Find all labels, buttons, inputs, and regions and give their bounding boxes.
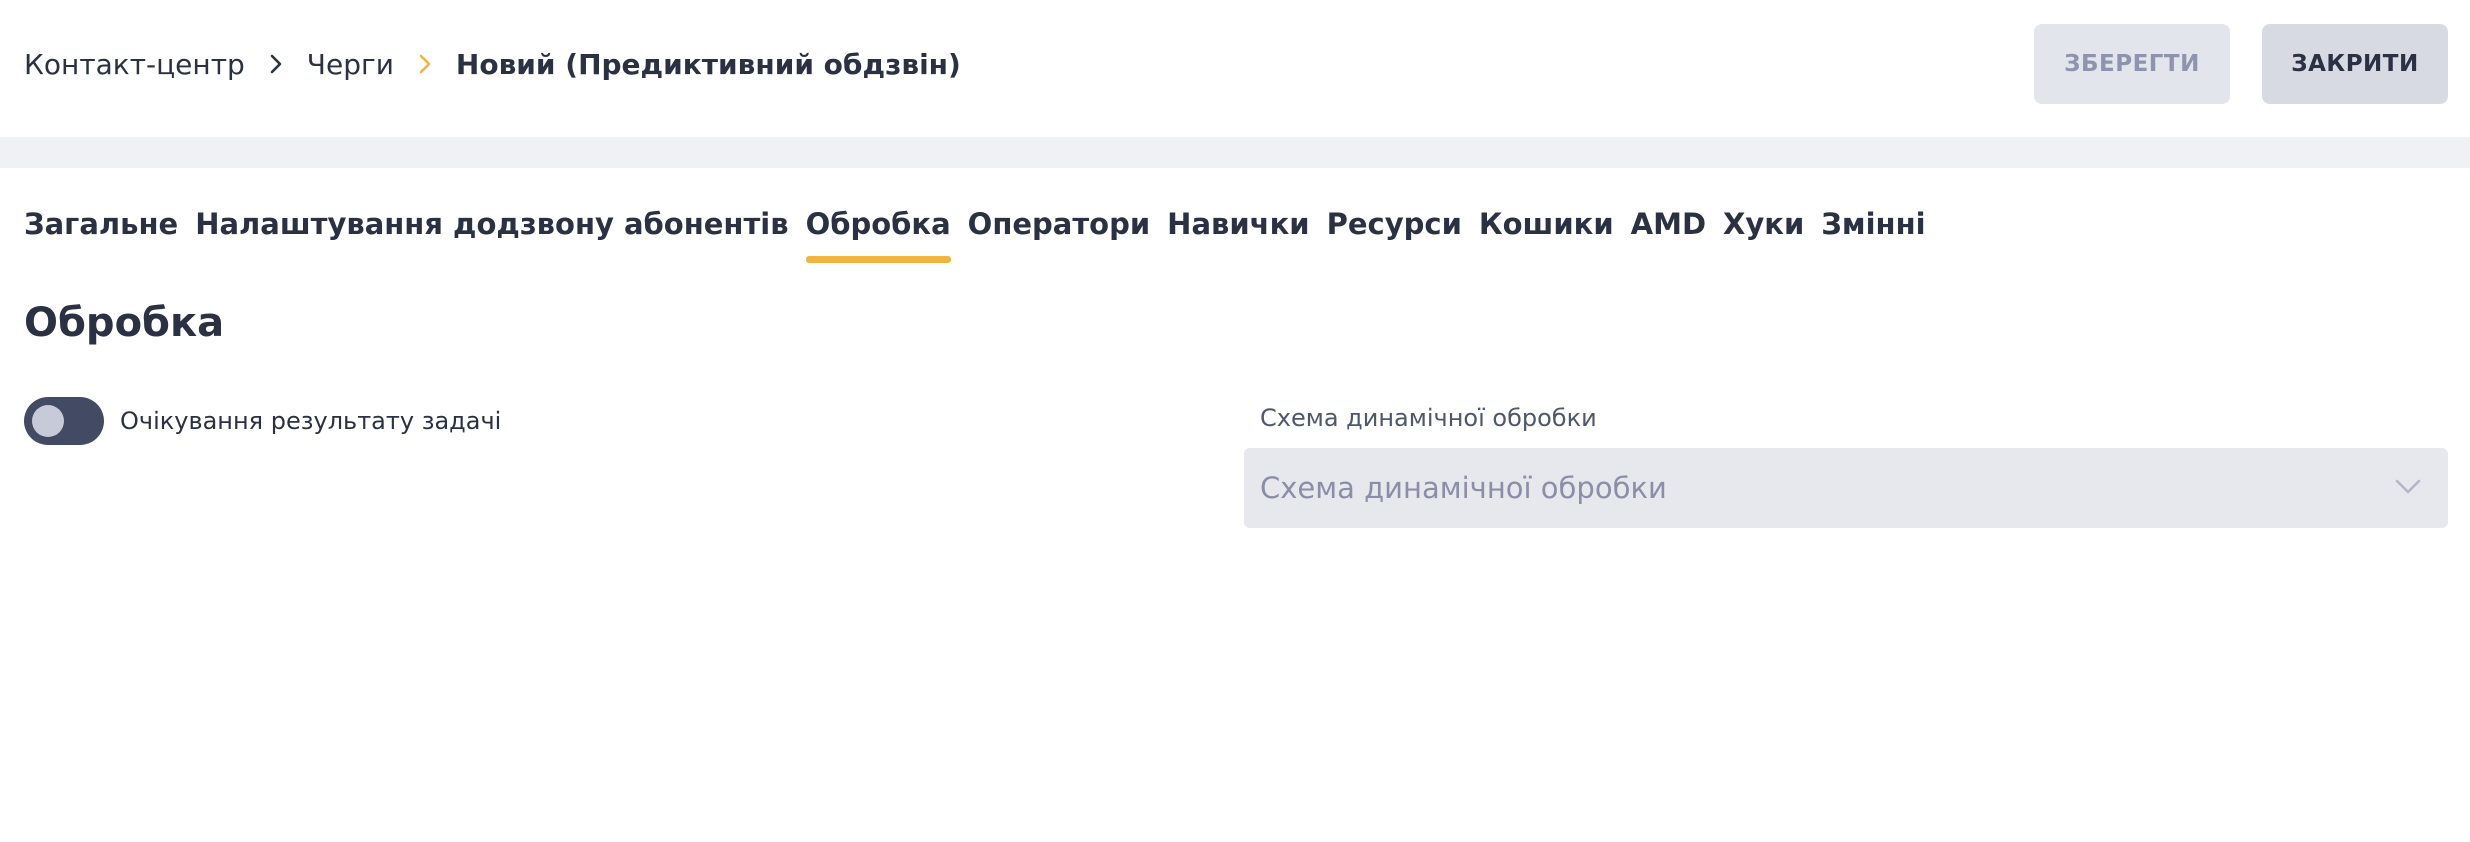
tab-skills[interactable]: Навички (1167, 200, 1309, 264)
dynamic-scheme-label: Схема динамічної обробки (1260, 404, 1597, 432)
dynamic-scheme-select[interactable]: Схема динамічної обробки (1244, 448, 2448, 528)
dynamic-scheme-placeholder: Схема динамічної обробки (1260, 471, 1667, 505)
tab-operators[interactable]: Оператори (968, 200, 1151, 264)
breadcrumb-item-queues[interactable]: Черги (307, 48, 394, 81)
tab-amd[interactable]: AMD (1631, 200, 1706, 264)
close-button[interactable]: ЗАКРИТИ (2262, 24, 2448, 104)
wait-result-toggle-label: Очікування результату задачі (120, 407, 502, 435)
toggle-knob (32, 405, 64, 437)
breadcrumb-item-contact-center[interactable]: Контакт-центр (24, 48, 245, 81)
wait-result-toggle-row: Очікування результату задачі (24, 396, 501, 446)
chevron-down-icon (2395, 479, 2421, 494)
tab-hooks[interactable]: Хуки (1723, 200, 1804, 264)
tab-baskets[interactable]: Кошики (1479, 200, 1614, 264)
wait-result-toggle[interactable] (24, 397, 104, 445)
tab-resources[interactable]: Ресурси (1327, 200, 1462, 264)
breadcrumb: Контакт-центр Черги Новий (Предиктивний … (24, 44, 961, 84)
tab-bar: Загальне Налаштування додзвону абонентів… (24, 200, 1943, 264)
save-button[interactable]: ЗБЕРЕГТИ (2034, 24, 2230, 104)
tab-dialing-settings[interactable]: Налаштування додзвону абонентів (195, 200, 788, 264)
page-header: Контакт-центр Черги Новий (Предиктивний … (0, 0, 2470, 137)
header-divider (0, 137, 2470, 168)
breadcrumb-item-current: Новий (Предиктивний обдзвін) (455, 47, 961, 81)
tab-variables[interactable]: Змінні (1821, 200, 1925, 264)
tab-general[interactable]: Загальне (24, 200, 178, 264)
chevron-right-icon (394, 44, 456, 84)
chevron-right-icon (245, 44, 307, 84)
section-title: Обробка (24, 300, 225, 346)
tab-processing[interactable]: Обробка (805, 200, 951, 264)
